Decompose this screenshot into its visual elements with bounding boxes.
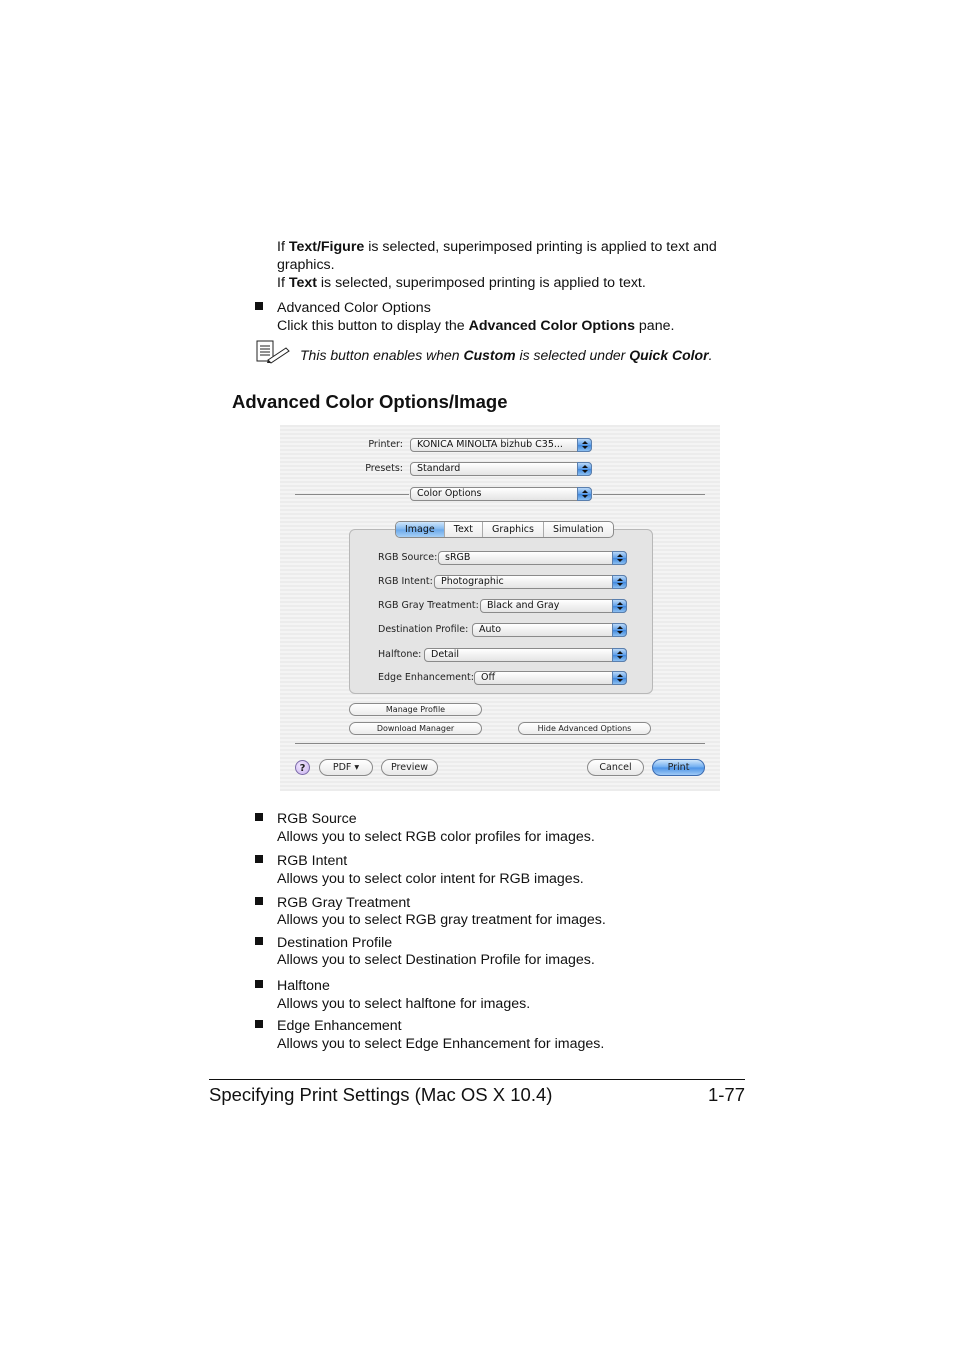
presets-label: Presets: xyxy=(365,463,403,474)
pane-popup[interactable]: Color Options xyxy=(410,487,592,501)
pane-value: Color Options xyxy=(417,488,482,499)
pdf-button[interactable]: PDF ▾ xyxy=(319,759,373,776)
popup-arrows-icon xyxy=(612,648,627,662)
presets-popup[interactable]: Standard xyxy=(410,462,592,476)
bullet-icon xyxy=(255,813,263,821)
footer-rule xyxy=(209,1079,745,1080)
manage-profile-button[interactable]: Manage Profile xyxy=(349,703,482,716)
popup-arrows-icon xyxy=(612,599,627,613)
destination-profile-popup[interactable]: Auto xyxy=(472,623,627,637)
popup-arrows-icon xyxy=(612,551,627,565)
desc-title: RGB Gray Treatment xyxy=(277,895,411,911)
rgb-gray-treatment-value: Black and Gray xyxy=(487,600,560,611)
desc-title: Edge Enhancement xyxy=(277,1018,402,1034)
intro-line-3: If Text is selected, superimposed printi… xyxy=(277,275,646,291)
halftone-popup[interactable]: Detail xyxy=(424,648,627,662)
bullet-icon xyxy=(255,855,263,863)
popup-arrows-icon xyxy=(577,487,592,501)
desc-title: Destination Profile xyxy=(277,935,393,951)
desc-title: Halftone xyxy=(277,978,330,994)
destination-profile-label: Destination Profile: xyxy=(378,624,469,635)
popup-arrows-icon xyxy=(612,575,627,589)
divider xyxy=(295,494,409,495)
bullet-icon xyxy=(255,302,263,310)
popup-arrows-icon xyxy=(612,623,627,637)
rgb-source-value: sRGB xyxy=(445,552,471,563)
edge-enhancement-value: Off xyxy=(481,672,496,683)
desc-text: Allows you to select Edge Enhancement fo… xyxy=(277,1036,605,1052)
print-button[interactable]: Print xyxy=(652,759,705,776)
popup-arrows-icon xyxy=(577,438,592,452)
intro-line-2: graphics. xyxy=(277,257,335,273)
advanced-item-title: Advanced Color Options xyxy=(277,300,431,316)
preview-button[interactable]: Preview xyxy=(381,759,438,776)
halftone-value: Detail xyxy=(431,649,459,660)
desc-text: Allows you to select halftone for images… xyxy=(277,996,531,1012)
bullet-icon xyxy=(255,897,263,905)
popup-arrows-icon xyxy=(612,671,627,685)
help-button[interactable]: ? xyxy=(295,760,310,775)
presets-value: Standard xyxy=(417,463,461,474)
printer-value: KONICA MINOLTA bizhub C35... xyxy=(417,439,563,450)
desc-text: Allows you to select color intent for RG… xyxy=(277,871,584,887)
note-pencil-icon xyxy=(256,340,290,364)
bullet-icon xyxy=(255,980,263,988)
advanced-item-desc: Click this button to display the Advance… xyxy=(277,318,675,334)
tab-text[interactable]: Text xyxy=(445,522,483,537)
desc-text: Allows you to select Destination Profile… xyxy=(277,952,595,968)
page-number: 1-77 xyxy=(707,1084,745,1105)
section-heading: Advanced Color Options/Image xyxy=(232,391,508,412)
destination-profile-value: Auto xyxy=(479,624,502,635)
footer-title: Specifying Print Settings (Mac OS X 10.4… xyxy=(209,1084,553,1105)
desc-title: RGB Source xyxy=(277,811,357,827)
rgb-intent-popup[interactable]: Photographic xyxy=(434,575,627,589)
download-manager-button[interactable]: Download Manager xyxy=(349,722,482,735)
bullet-icon xyxy=(255,1020,263,1028)
tab-image[interactable]: Image xyxy=(396,522,445,537)
rgb-intent-label: RGB Intent: xyxy=(378,576,433,587)
tab-simulation[interactable]: Simulation xyxy=(544,522,613,537)
desc-text: Allows you to select RGB color profiles … xyxy=(277,829,595,845)
rgb-gray-treatment-popup[interactable]: Black and Gray xyxy=(480,599,627,613)
rgb-source-label: RGB Source: xyxy=(378,552,438,563)
cancel-button[interactable]: Cancel xyxy=(587,759,644,776)
intro-line-1: If Text/Figure is selected, superimposed… xyxy=(277,239,717,255)
tab-graphics[interactable]: Graphics xyxy=(483,522,544,537)
bullet-icon xyxy=(255,937,263,945)
tab-bar: Image Text Graphics Simulation xyxy=(395,521,614,538)
edge-enhancement-label: Edge Enhancement: xyxy=(378,672,474,683)
rgb-intent-value: Photographic xyxy=(441,576,504,587)
popup-arrows-icon xyxy=(577,462,592,476)
printer-label: Printer: xyxy=(368,439,403,450)
desc-title: RGB Intent xyxy=(277,853,348,869)
edge-enhancement-popup[interactable]: Off xyxy=(474,671,627,685)
divider xyxy=(295,743,705,744)
rgb-source-popup[interactable]: sRGB xyxy=(438,551,627,565)
desc-text: Allows you to select RGB gray treatment … xyxy=(277,912,606,928)
print-dialog: Printer: KONICA MINOLTA bizhub C35... Pr… xyxy=(280,425,720,791)
hide-advanced-options-button[interactable]: Hide Advanced Options xyxy=(518,722,651,735)
divider xyxy=(593,494,705,495)
note-text: This button enables when Custom is selec… xyxy=(300,347,713,363)
printer-popup[interactable]: KONICA MINOLTA bizhub C35... xyxy=(410,438,592,452)
halftone-label: Halftone: xyxy=(378,649,422,660)
rgb-gray-treatment-label: RGB Gray Treatment: xyxy=(378,600,479,611)
